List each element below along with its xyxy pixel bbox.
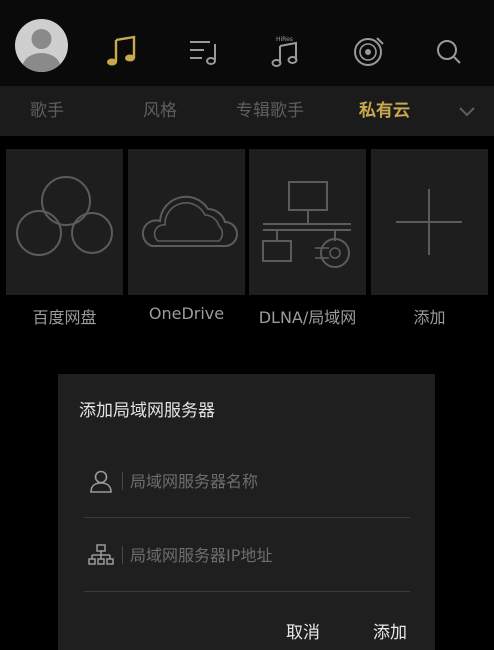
server-ip-input[interactable] — [130, 540, 400, 570]
add-button[interactable]: 添加 — [373, 618, 407, 643]
tab-genres[interactable]: 风格 — [143, 86, 177, 136]
baidu-pan-tile[interactable] — [6, 149, 123, 295]
music-note-icon[interactable] — [105, 34, 139, 68]
baidu-pan-label: 百度网盘 — [32, 308, 97, 327]
onedrive-label: OneDrive — [148, 304, 225, 323]
onedrive-tile[interactable] — [128, 149, 245, 295]
server-ip-field — [84, 518, 410, 592]
tab-singers[interactable]: 歌手 — [30, 86, 64, 136]
network-topology-icon — [88, 542, 114, 568]
tab-private-cloud[interactable]: 私有云 — [359, 86, 410, 136]
tab-album-artists[interactable]: 专辑歌手 — [236, 86, 304, 136]
field-divider — [122, 546, 123, 564]
dlna-lan-label: DLNA/局域网 — [258, 308, 357, 327]
dialog-title: 添加局域网服务器 — [79, 401, 215, 421]
top-nav-bar: HiRes — [0, 0, 494, 86]
cancel-button[interactable]: 取消 — [286, 618, 320, 643]
hires-music-icon[interactable]: HiRes — [270, 34, 304, 68]
network-icon — [262, 181, 351, 268]
dlna-lan-tile[interactable] — [249, 149, 366, 295]
user-avatar[interactable] — [15, 19, 68, 72]
add-source-tile[interactable] — [371, 149, 488, 295]
chevron-down-icon[interactable] — [456, 100, 478, 122]
server-name-input[interactable] — [130, 466, 400, 496]
user-icon — [88, 468, 114, 494]
onedrive-cloud-icon — [141, 195, 238, 247]
vinyl-disc-icon[interactable] — [352, 34, 386, 68]
server-name-field — [84, 444, 410, 518]
svg-text:HiRes: HiRes — [276, 36, 293, 43]
playlist-icon[interactable] — [188, 34, 222, 68]
user-silhouette-icon — [22, 29, 61, 72]
add-lan-server-dialog: 添加局域网服务器 取消 添加 — [58, 374, 435, 650]
category-tabs: 歌手 风格 专辑歌手 私有云 — [0, 86, 494, 136]
field-divider — [122, 472, 123, 490]
add-source-label: 添加 — [413, 308, 446, 327]
plus-icon — [396, 189, 462, 255]
baidu-cloud-icon — [16, 176, 113, 256]
search-icon[interactable] — [432, 34, 466, 68]
